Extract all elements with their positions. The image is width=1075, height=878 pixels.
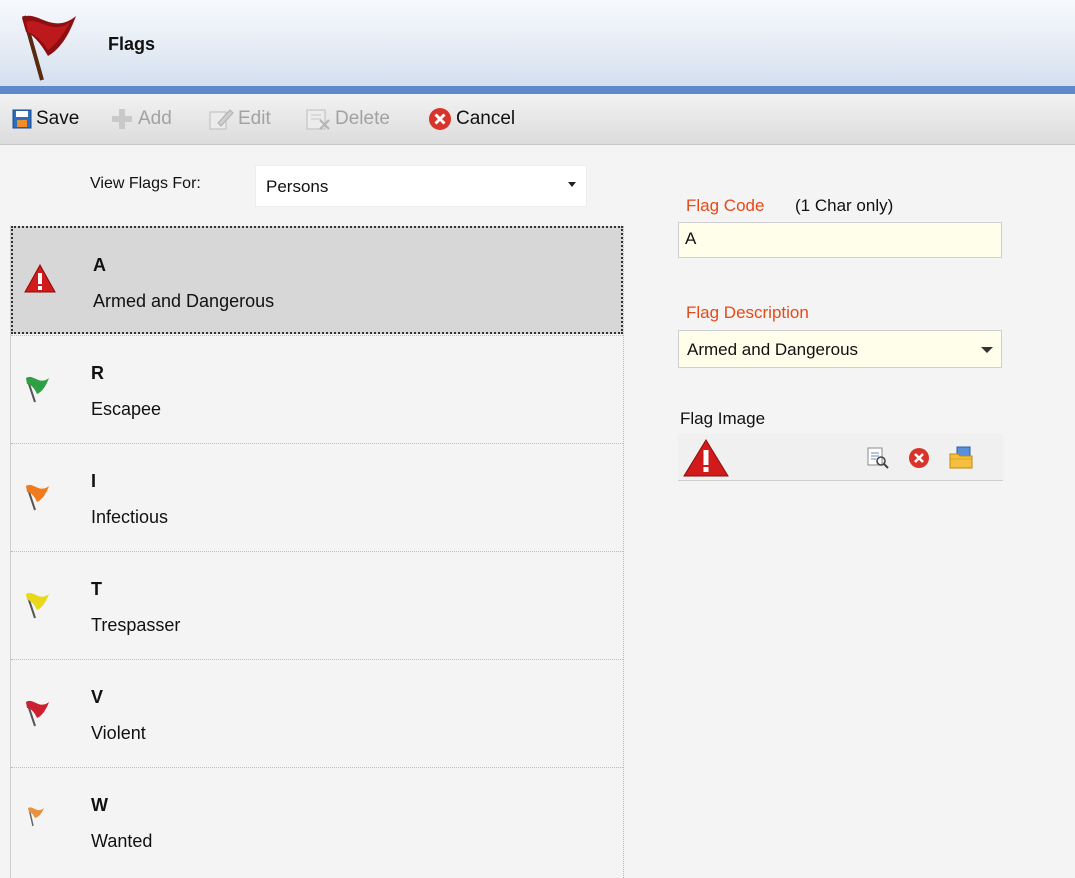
- view-image-icon[interactable]: [866, 446, 890, 470]
- flag-description: Armed and Dangerous: [93, 291, 275, 311]
- flag-list-item[interactable]: W Wanted: [11, 767, 623, 875]
- flag-image-box: [678, 434, 1003, 481]
- flag-code: V: [91, 687, 104, 707]
- remove-image-icon[interactable]: [907, 446, 931, 470]
- yellow-flag-icon: [21, 586, 51, 625]
- cancel-button[interactable]: Cancel: [428, 106, 515, 132]
- add-button[interactable]: Add: [110, 106, 172, 132]
- flag-code-input[interactable]: A: [678, 222, 1002, 258]
- edit-label: Edit: [238, 108, 271, 129]
- save-button[interactable]: Save: [12, 106, 79, 132]
- flag-description-value: Armed and Dangerous: [687, 340, 859, 359]
- flag-list-item[interactable]: V Violent: [11, 659, 623, 767]
- page-title: Flags: [108, 34, 156, 54]
- view-flags-for-label: View Flags For:: [90, 175, 201, 192]
- delete-icon: [306, 109, 330, 130]
- toolbar: Save Add Edit Delete Cancel: [0, 94, 1075, 145]
- flag-code: A: [93, 255, 106, 275]
- view-flags-for-dropdown[interactable]: Persons: [255, 165, 587, 207]
- delete-label: Delete: [335, 108, 390, 129]
- open-folder-icon[interactable]: [948, 446, 973, 470]
- red-flag-icon: [21, 694, 51, 733]
- header-accent-bar: [0, 86, 1075, 94]
- chevron-down-icon: [568, 182, 576, 187]
- flag-code-hint: (1 Char only): [795, 196, 894, 215]
- add-label: Add: [138, 108, 172, 129]
- flag-code: R: [91, 363, 104, 383]
- edit-button[interactable]: Edit: [208, 106, 271, 132]
- flag-code: W: [91, 795, 108, 815]
- cancel-label: Cancel: [456, 108, 516, 129]
- view-flags-for-value: Persons: [266, 177, 329, 196]
- add-icon: [112, 109, 132, 129]
- flag-code: T: [91, 579, 102, 599]
- flag-list: A Armed and Dangerous R Escapee I Infect…: [10, 226, 624, 878]
- orange-flag-icon: [21, 478, 51, 517]
- save-icon: [12, 109, 32, 129]
- cancel-icon: [429, 108, 451, 130]
- red-flag-icon: [8, 6, 80, 87]
- flag-list-item[interactable]: I Infectious: [11, 443, 623, 551]
- flag-description: Escapee: [91, 399, 162, 419]
- save-label: Save: [36, 108, 80, 129]
- flag-description: Infectious: [91, 507, 169, 527]
- flag-image-label: Flag Image: [680, 409, 766, 428]
- edit-icon: [209, 109, 234, 130]
- warning-icon: [23, 262, 57, 301]
- flag-list-item[interactable]: R Escapee: [11, 335, 623, 443]
- flag-description-dropdown[interactable]: Armed and Dangerous: [678, 330, 1002, 368]
- flag-code: I: [91, 471, 97, 491]
- flag-description: Violent: [91, 723, 146, 743]
- chevron-down-icon: [981, 347, 993, 353]
- delete-button[interactable]: Delete: [305, 106, 390, 132]
- green-flag-icon: [21, 370, 51, 409]
- flag-list-item[interactable]: A Armed and Dangerous: [11, 226, 623, 334]
- flag-description-label: Flag Description: [686, 303, 809, 322]
- warning-icon: [682, 438, 730, 483]
- flag-code-label: Flag Code: [686, 196, 765, 215]
- flag-description: Trespasser: [91, 615, 181, 635]
- small-orange-flag-icon: [25, 802, 47, 833]
- flag-list-item[interactable]: T Trespasser: [11, 551, 623, 659]
- window-header: Flags: [0, 0, 1075, 86]
- flag-description: Wanted: [91, 831, 153, 851]
